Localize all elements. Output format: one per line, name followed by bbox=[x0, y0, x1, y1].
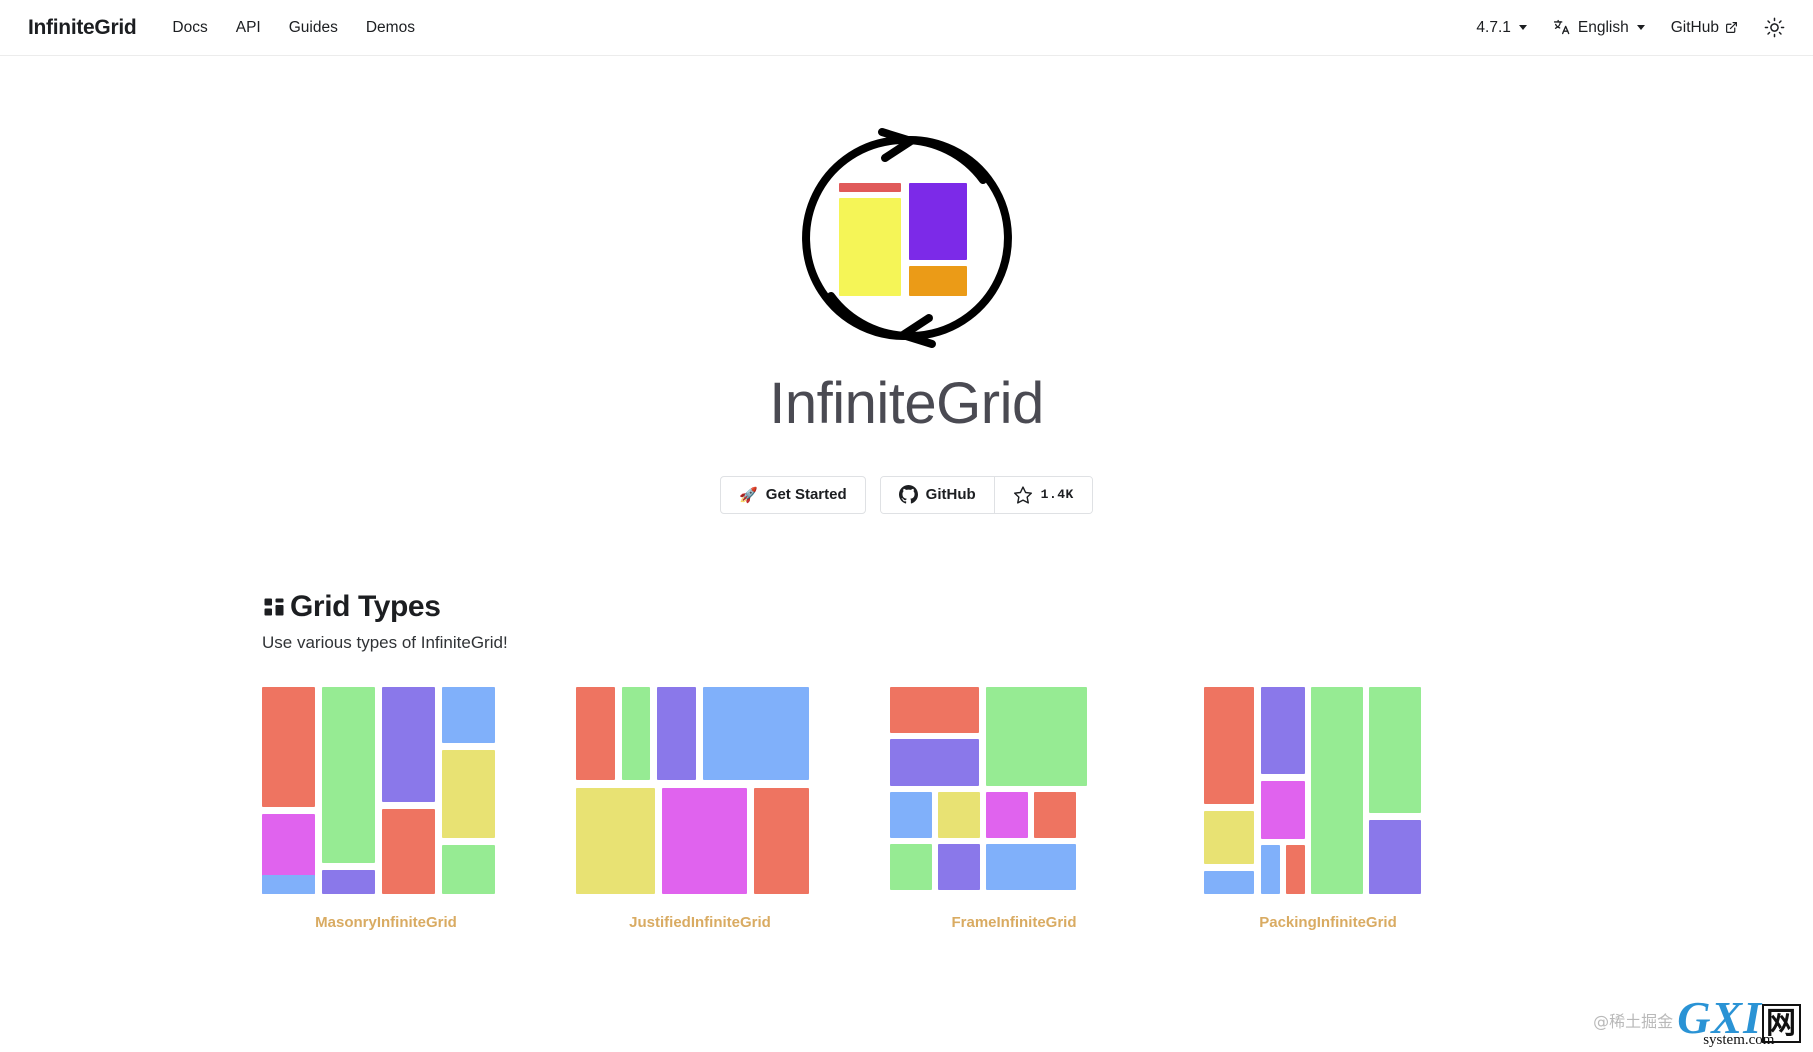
grid-tile bbox=[1261, 780, 1305, 839]
grid-tile bbox=[262, 686, 315, 807]
grid-tile bbox=[1286, 844, 1305, 894]
grid-tile bbox=[622, 686, 650, 780]
grid-tile bbox=[703, 686, 809, 780]
grid-demo-frame bbox=[890, 686, 1138, 902]
star-count: 1.4K bbox=[1040, 487, 1074, 503]
version-dropdown[interactable]: 4.7.1 bbox=[1476, 18, 1527, 37]
grid-tile bbox=[442, 749, 495, 838]
grid-tile bbox=[1034, 791, 1076, 838]
grid-tile bbox=[938, 843, 980, 890]
navbar: InfiniteGrid Docs API Guides Demos 4.7.1 bbox=[0, 0, 1813, 56]
hero-section: InfiniteGrid 🚀 Get Started GitHub 1.4K bbox=[0, 56, 1813, 514]
github-star-button[interactable]: 1.4K bbox=[993, 476, 1092, 513]
grid-layout-icon bbox=[262, 595, 286, 619]
theme-toggle-button[interactable] bbox=[1764, 17, 1785, 38]
nav-link-demos[interactable]: Demos bbox=[366, 19, 415, 37]
language-label: English bbox=[1577, 18, 1629, 36]
grid-tile bbox=[938, 791, 980, 838]
grid-tile bbox=[1261, 844, 1280, 894]
grid-card-label: MasonryInfiniteGrid bbox=[315, 913, 457, 931]
grid-tile bbox=[657, 686, 696, 780]
grid-tile bbox=[576, 686, 615, 780]
chevron-down-icon bbox=[1518, 25, 1527, 30]
grid-card-masonry[interactable]: MasonryInfiniteGrid bbox=[262, 686, 510, 931]
grid-tile bbox=[382, 808, 435, 894]
version-label: 4.7.1 bbox=[1476, 18, 1511, 36]
watermark-domain: system.com bbox=[1703, 1032, 1775, 1048]
nav-link-docs[interactable]: Docs bbox=[172, 19, 207, 37]
watermark-logo: GXI 网 system.com bbox=[1677, 995, 1801, 1048]
github-button-group: GitHub 1.4K bbox=[879, 475, 1093, 514]
watermark-source: @稀土掘金 bbox=[1593, 1012, 1674, 1031]
grid-tile bbox=[1204, 686, 1254, 804]
external-link-icon bbox=[1725, 21, 1738, 34]
grid-tile bbox=[442, 686, 495, 743]
logo-svg bbox=[801, 128, 1012, 348]
grid-tile bbox=[1204, 810, 1254, 864]
watermark: @稀土掘金 GXI 网 system.com bbox=[1593, 995, 1801, 1048]
grid-card-label: FrameInfiniteGrid bbox=[951, 913, 1077, 931]
section-header: Grid Types bbox=[262, 589, 1813, 623]
grid-demo-masonry bbox=[262, 686, 510, 902]
grid-demo-packing bbox=[1204, 686, 1452, 902]
grid-tile bbox=[382, 686, 435, 802]
grid-tile bbox=[442, 844, 495, 894]
navbar-left: InfiniteGrid Docs API Guides Demos bbox=[28, 16, 415, 40]
grid-tile bbox=[754, 787, 809, 894]
grid-tile bbox=[890, 686, 979, 733]
grid-tile bbox=[322, 869, 375, 894]
brand-logo[interactable]: InfiniteGrid bbox=[28, 16, 137, 40]
grid-tile bbox=[890, 843, 932, 890]
grid-types-section: Grid Types Use various types of Infinite… bbox=[0, 589, 1813, 931]
github-label: GitHub bbox=[1670, 18, 1719, 36]
grid-demo-justified bbox=[576, 686, 824, 902]
grid-tile bbox=[1261, 686, 1305, 774]
primary-nav: Docs API Guides Demos bbox=[172, 19, 415, 37]
grid-tile bbox=[262, 874, 315, 894]
chevron-down-icon bbox=[1636, 25, 1645, 30]
grid-tile bbox=[1204, 870, 1254, 894]
grid-tile bbox=[986, 791, 1028, 838]
github-button[interactable]: GitHub bbox=[880, 476, 994, 513]
grid-tile bbox=[890, 738, 979, 786]
nav-link-guides[interactable]: Guides bbox=[289, 19, 338, 37]
grid-tile bbox=[662, 787, 747, 894]
nav-link-api[interactable]: API bbox=[236, 19, 261, 37]
language-dropdown[interactable]: English bbox=[1553, 18, 1645, 37]
grid-card-packing[interactable]: PackingInfiniteGrid bbox=[1204, 686, 1452, 931]
infinitegrid-logo bbox=[787, 118, 1027, 358]
github-button-label: GitHub bbox=[925, 486, 976, 504]
github-link[interactable]: GitHub bbox=[1671, 19, 1738, 37]
get-started-label: Get Started bbox=[765, 486, 847, 504]
page-title: InfiniteGrid bbox=[769, 371, 1044, 436]
section-title: Grid Types bbox=[290, 589, 441, 623]
grid-card-label: JustifiedInfiniteGrid bbox=[629, 913, 771, 931]
get-started-button[interactable]: 🚀 Get Started bbox=[720, 475, 866, 514]
sun-icon bbox=[1764, 17, 1785, 38]
star-icon bbox=[1013, 485, 1033, 505]
grid-tile bbox=[1311, 686, 1363, 894]
grid-tile bbox=[986, 686, 1087, 786]
grid-tile bbox=[576, 787, 655, 894]
grid-tile bbox=[322, 686, 375, 863]
grid-type-cards: MasonryInfiniteGrid JustifiedInfiniteGri… bbox=[262, 686, 1813, 931]
grid-tile bbox=[890, 791, 932, 838]
grid-tile bbox=[1369, 686, 1421, 813]
section-subtitle: Use various types of InfiniteGrid! bbox=[262, 632, 508, 652]
grid-tile bbox=[986, 843, 1076, 890]
hero-action-buttons: 🚀 Get Started GitHub 1.4K bbox=[720, 475, 1093, 514]
rocket-icon: 🚀 bbox=[739, 486, 758, 504]
grid-tile bbox=[1369, 819, 1421, 894]
grid-card-justified[interactable]: JustifiedInfiniteGrid bbox=[576, 686, 824, 931]
grid-card-frame[interactable]: FrameInfiniteGrid bbox=[890, 686, 1138, 931]
translate-icon bbox=[1553, 18, 1572, 37]
github-icon bbox=[898, 485, 918, 504]
grid-card-label: PackingInfiniteGrid bbox=[1259, 913, 1397, 931]
navbar-right: 4.7.1 English GitHub bbox=[1476, 17, 1785, 38]
